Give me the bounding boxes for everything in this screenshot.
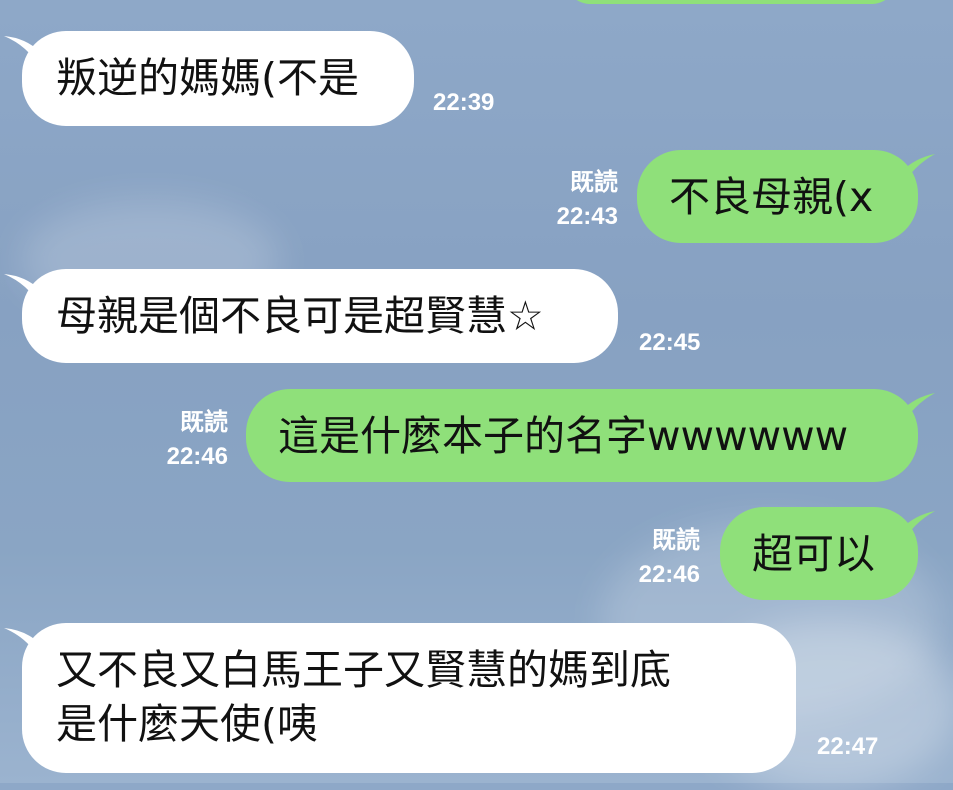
message-time: 22:43 xyxy=(556,203,618,230)
message-time: 22:46 xyxy=(638,561,700,588)
message-meta: 既読 22:46 xyxy=(602,524,700,592)
message-time: 22:47 xyxy=(817,733,879,760)
message-bubble[interactable]: 又不良又白馬王子又賢慧的媽到底 是什麼天使(咦 xyxy=(22,623,796,773)
message-text: 叛逆的媽媽(不是 xyxy=(56,54,359,102)
message-text: 超可以 xyxy=(752,530,875,578)
message-text: 不良母親(x xyxy=(669,173,874,221)
read-receipt: 既読 xyxy=(180,409,228,436)
message-text: 這是什麼本子的名字wwwwww xyxy=(278,412,849,460)
message-time: 22:45 xyxy=(639,329,701,356)
message-bubble[interactable]: 叛逆的媽媽(不是 xyxy=(22,31,414,126)
bubble-tail xyxy=(901,154,935,188)
message-text-line: 又不良又白馬王子又賢慧的媽到底 xyxy=(56,646,671,694)
message-bubble[interactable]: 超可以 xyxy=(720,507,918,600)
message-meta: 既読 22:46 xyxy=(130,406,228,474)
read-receipt: 既読 xyxy=(570,169,618,196)
message-bubble[interactable]: 這是什麼本子的名字wwwwww xyxy=(246,389,918,482)
message-time: 22:39 xyxy=(433,89,495,116)
message-text-line: 是什麼天使(咦 xyxy=(56,700,318,748)
read-receipt: 既読 xyxy=(652,527,700,554)
partial-outgoing-bubble xyxy=(566,0,896,4)
message-meta: 既読 22:43 xyxy=(520,166,618,234)
message-bubble[interactable]: 母親是個不良可是超賢慧☆ xyxy=(22,269,618,363)
message-time: 22:46 xyxy=(166,443,228,470)
bubble-tail xyxy=(901,511,935,545)
message-bubble[interactable]: 不良母親(x xyxy=(637,150,918,243)
bubble-tail xyxy=(901,393,935,427)
message-text: 母親是個不良可是超賢慧☆ xyxy=(56,292,544,340)
